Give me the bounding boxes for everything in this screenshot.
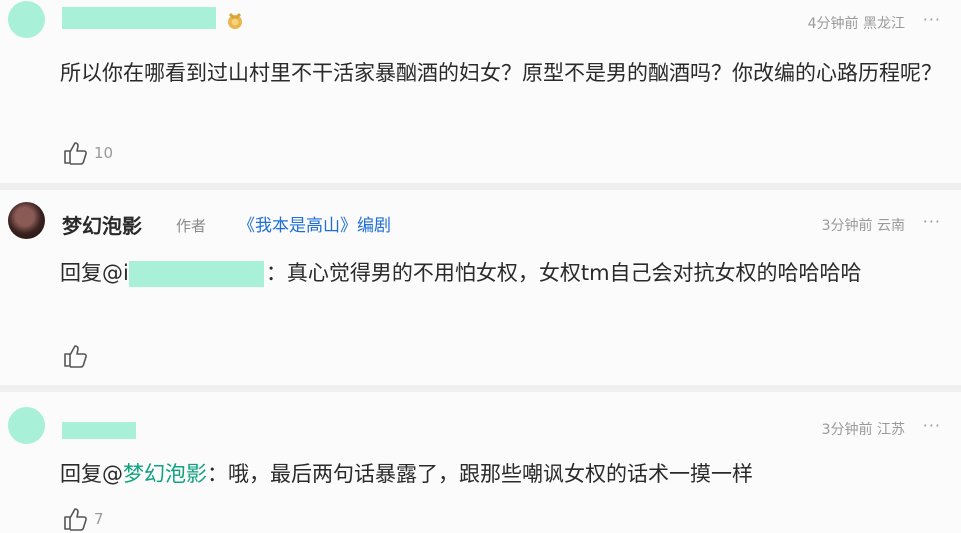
divider: [0, 385, 961, 392]
comment-text: 哦，最后两句话暴露了，跟那些嘲讽女权的话术一摸一样: [228, 462, 753, 486]
avatar[interactable]: [8, 202, 45, 239]
avatar[interactable]: [8, 407, 45, 444]
comment-body: 回复@i ：真心觉得男的不用怕女权，女权tm自己会对抗女权的哈哈哈哈: [60, 255, 950, 291]
author-name[interactable]: 梦幻泡影: [62, 210, 142, 239]
comment-item: 3分钟前 江苏 ··· 回复@梦幻泡影：哦，最后两句话暴露了，跟那些嘲讽女权的话…: [0, 392, 961, 533]
reply-separator: ：: [265, 261, 287, 285]
avatar[interactable]: [8, 1, 45, 38]
comment-text: 真心觉得男的不用怕女权，女权tm自己会对抗女权的哈哈哈哈: [286, 261, 862, 285]
drama-title-link[interactable]: 《我本是高山》编剧: [238, 211, 391, 236]
comment-time: 4分钟前: [807, 16, 859, 32]
reply-prefix: 回复@: [60, 462, 123, 486]
thumbs-up-icon: [64, 345, 87, 368]
comment-location: 黑龙江: [863, 16, 905, 32]
comment-location: 云南: [877, 218, 905, 234]
comment-body: 所以你在哪看到过山村里不干活家暴酗酒的妇女？原型不是男的酗酒吗？你改编的心路历程…: [60, 61, 942, 85]
like-button[interactable]: 10: [62, 140, 113, 166]
username-redacted[interactable]: [62, 7, 216, 29]
divider: [0, 183, 961, 190]
comment-meta: 3分钟前 江苏: [822, 419, 905, 439]
mention-link[interactable]: 梦幻泡影: [123, 462, 207, 486]
comment-item: 梦幻泡影 作者 《我本是高山》编剧 3分钟前 云南 ··· 回复@i ：真心觉得男…: [0, 190, 961, 385]
comment-time: 3分钟前: [821, 218, 873, 234]
medal-badge-icon: [228, 12, 242, 29]
like-button[interactable]: 7: [62, 506, 104, 532]
comment-time: 3分钟前: [821, 422, 873, 438]
thumbs-up-icon: [64, 508, 87, 531]
author-tag: 作者: [176, 217, 207, 235]
comment-item: 4分钟前 黑龙江 ··· 所以你在哪看到过山村里不干活家暴酗酒的妇女？原型不是男…: [0, 0, 961, 183]
more-dots-icon[interactable]: ···: [923, 416, 941, 435]
thumbs-up-icon: [64, 142, 87, 165]
like-count: 7: [94, 510, 104, 528]
mention-redacted[interactable]: [128, 261, 264, 287]
like-button[interactable]: [62, 343, 94, 369]
reply-separator: ：: [207, 462, 228, 486]
like-count: 10: [94, 144, 114, 162]
comment-location: 江苏: [877, 422, 905, 438]
comment-meta: 4分钟前 黑龙江: [808, 13, 905, 33]
more-dots-icon[interactable]: ···: [923, 212, 941, 231]
comment-body: 回复@梦幻泡影：哦，最后两句话暴露了，跟那些嘲讽女权的话术一摸一样: [60, 456, 950, 492]
username-redacted[interactable]: [62, 422, 136, 439]
comment-meta: 3分钟前 云南: [822, 215, 905, 235]
reply-prefix: 回复@i: [60, 261, 129, 285]
more-dots-icon[interactable]: ···: [923, 10, 941, 29]
